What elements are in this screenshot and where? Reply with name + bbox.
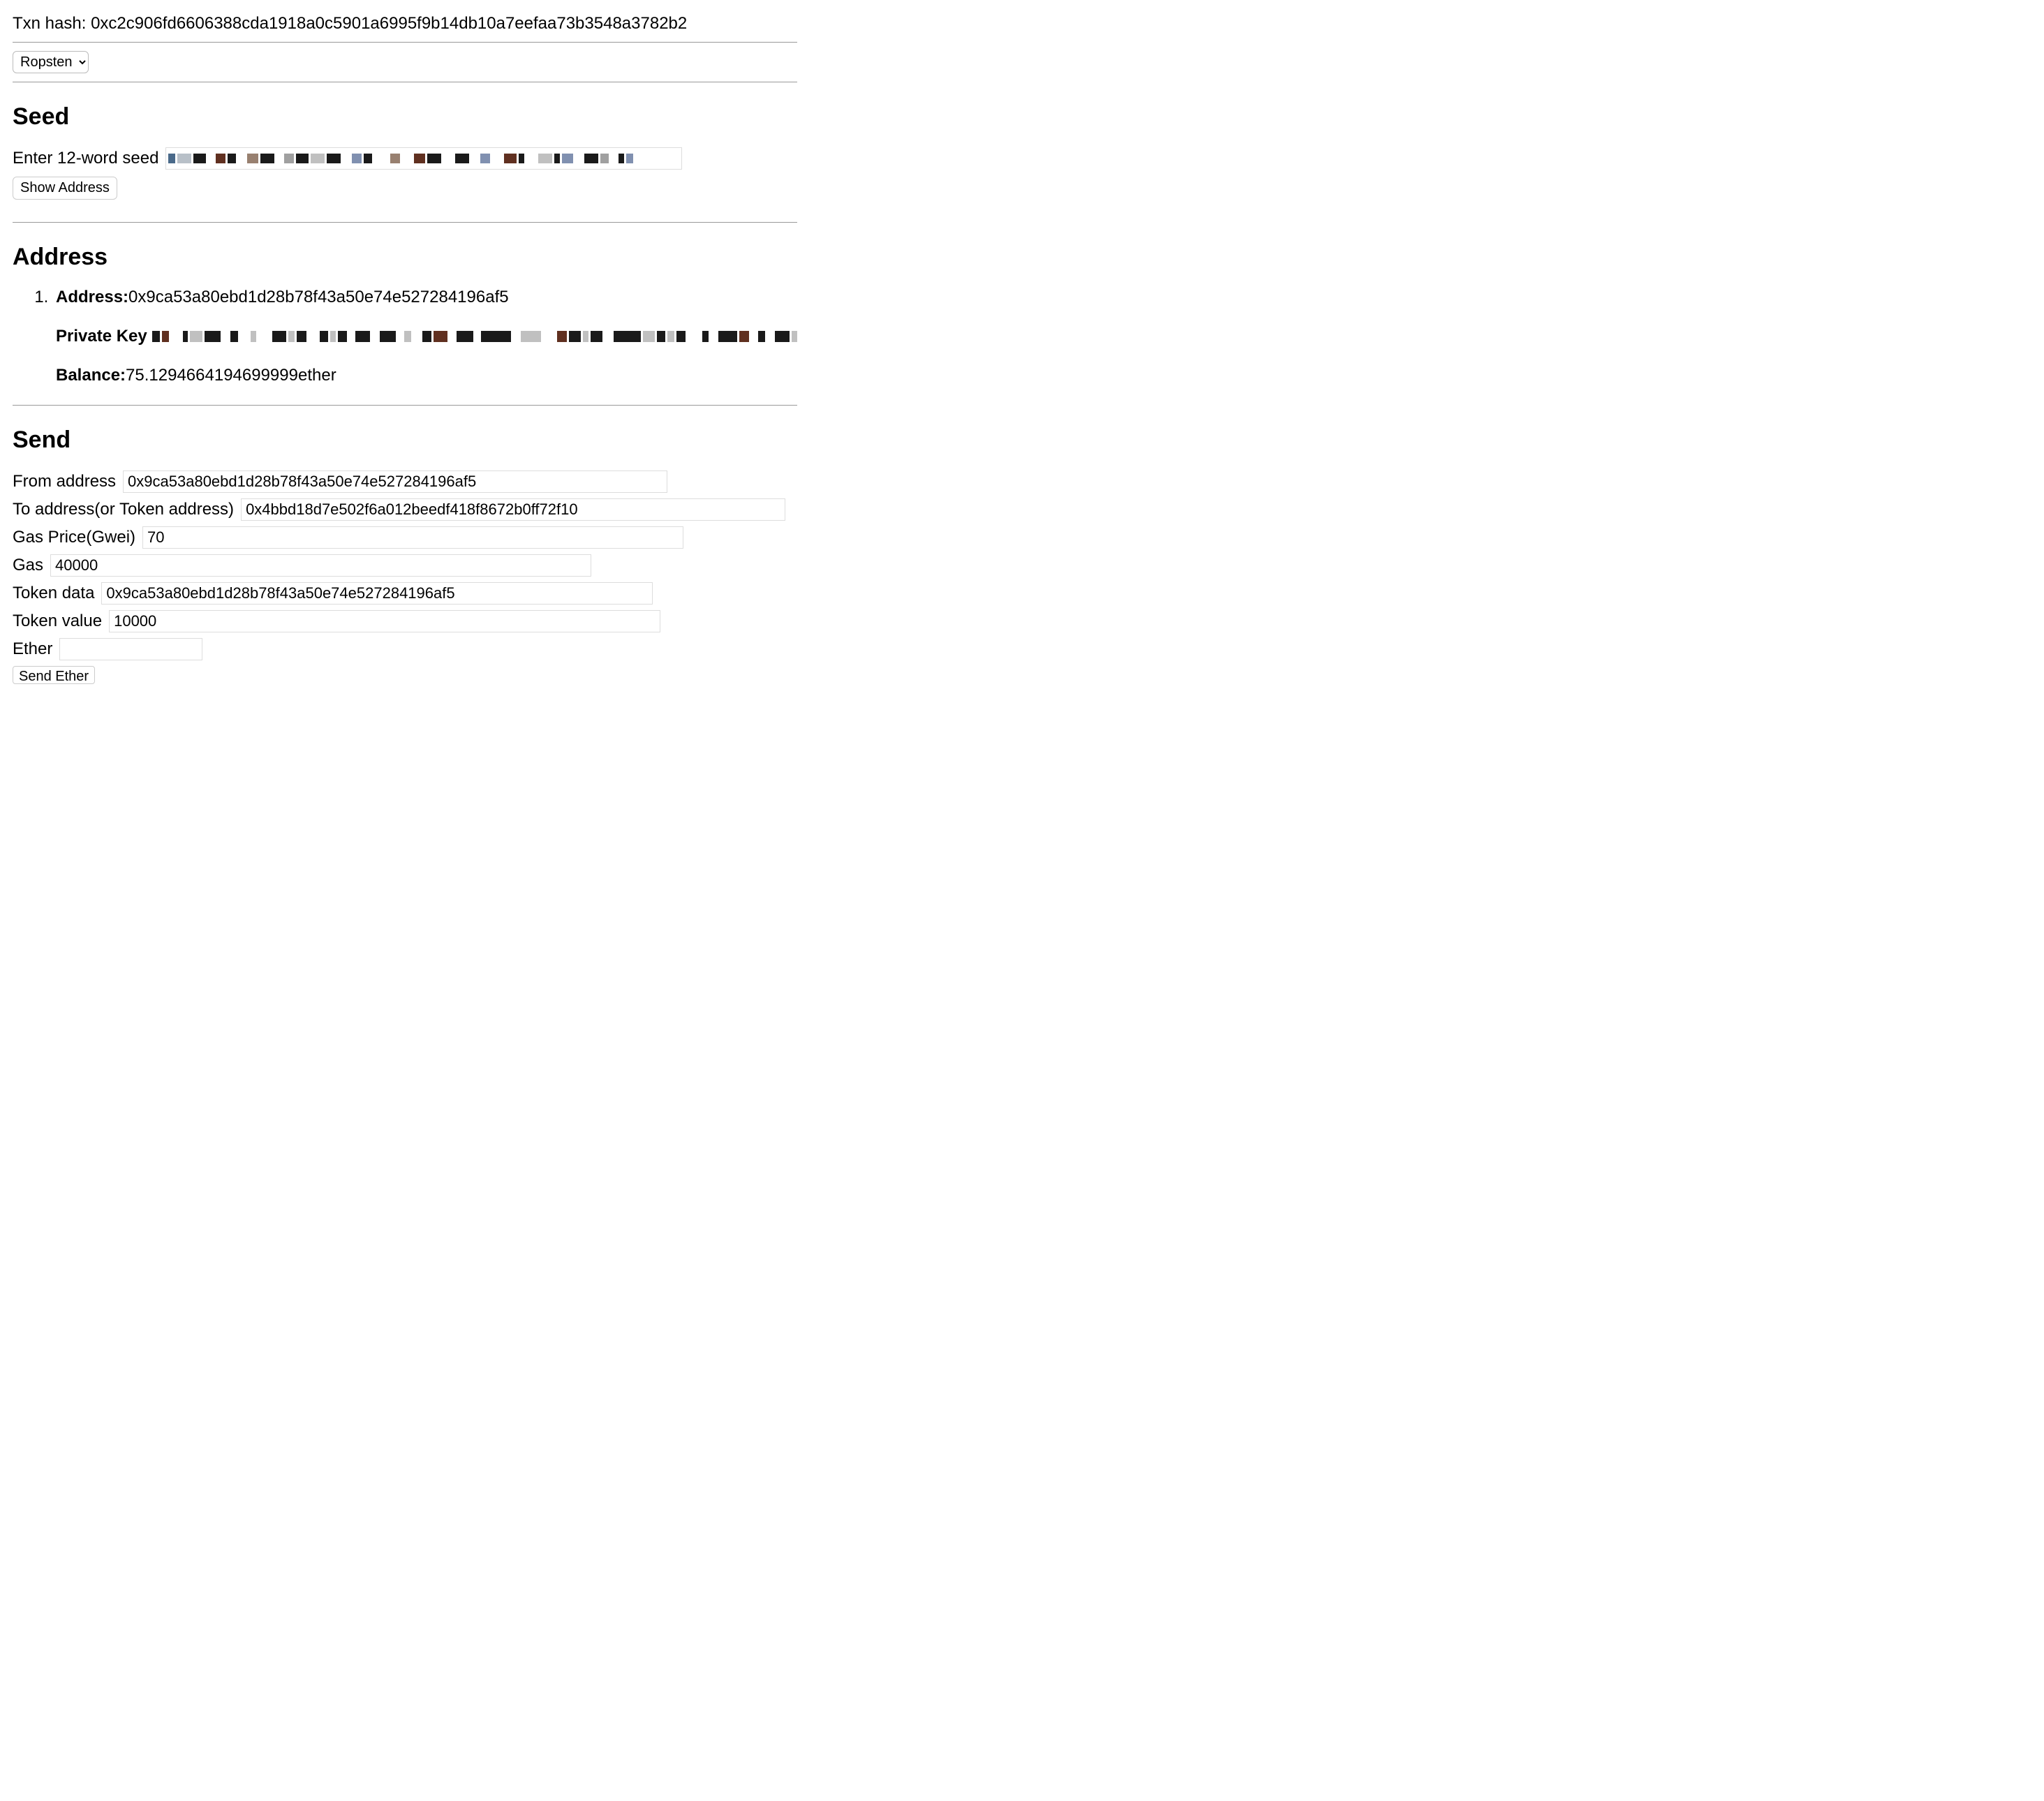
gas-price-label: Gas Price(Gwei) [13,528,135,547]
ether-label: Ether [13,639,52,659]
balance-unit: ether [298,366,336,385]
balance-label: Balance: [56,366,126,385]
from-address-label: From address [13,472,116,491]
seed-row: Enter 12-word seed [13,147,797,170]
token-value-label: Token value [13,612,102,631]
token-value-row: Token value [13,610,797,632]
divider [13,222,797,223]
divider [13,405,797,406]
address-label: Address: [56,288,128,306]
show-address-button[interactable]: Show Address [13,177,117,200]
token-data-row: Token data [13,582,797,605]
address-heading: Address [13,244,797,271]
seed-heading: Seed [13,103,797,131]
network-select[interactable]: Ropsten [13,51,89,73]
gas-price-input[interactable] [142,526,683,549]
send-ether-button[interactable]: Send Ether [13,666,95,684]
private-key-row: Private Key [56,327,797,346]
private-key-label: Private Key [56,327,147,346]
network-row: Ropsten [13,45,797,79]
address-list-item: Address:0x9ca53a80ebd1d28b78f43a50e74e52… [53,288,797,385]
address-value: 0x9ca53a80ebd1d28b78f43a50e74e527284196a… [128,288,509,306]
token-data-input[interactable] [101,582,653,605]
from-address-row: From address [13,470,797,493]
balance-value: 75.1294664194699999 [126,366,298,385]
gas-row: Gas [13,554,797,577]
token-value-input[interactable] [109,610,660,632]
ether-row: Ether [13,638,797,660]
token-data-label: Token data [13,584,94,603]
to-address-label: To address(or Token address) [13,500,234,519]
balance-row: Balance:75.1294664194699999ether [56,366,797,385]
to-address-input[interactable] [241,498,785,521]
gas-price-row: Gas Price(Gwei) [13,526,797,549]
ether-input[interactable] [59,638,202,660]
address-row: Address:0x9ca53a80ebd1d28b78f43a50e74e52… [56,288,797,307]
to-address-row: To address(or Token address) [13,498,797,521]
seed-input[interactable] [165,147,682,170]
seed-label: Enter 12-word seed [13,149,158,168]
gas-label: Gas [13,556,43,575]
txn-hash-value: 0xc2c906fd6606388cda1918a0c5901a6995f9b1… [91,14,687,33]
show-address-row: Show Address [13,177,797,200]
from-address-input[interactable] [123,470,667,493]
send-button-row: Send Ether [13,666,797,685]
address-section: Address Address:0x9ca53a80ebd1d28b78f43a… [13,244,797,385]
send-heading: Send [13,427,797,454]
divider [13,42,797,43]
txn-hash-label: Txn hash: [13,14,91,33]
txn-hash-row: Txn hash: 0xc2c906fd6606388cda1918a0c590… [13,14,797,34]
gas-input[interactable] [50,554,591,577]
redacted-private-key-icon [147,329,797,343]
